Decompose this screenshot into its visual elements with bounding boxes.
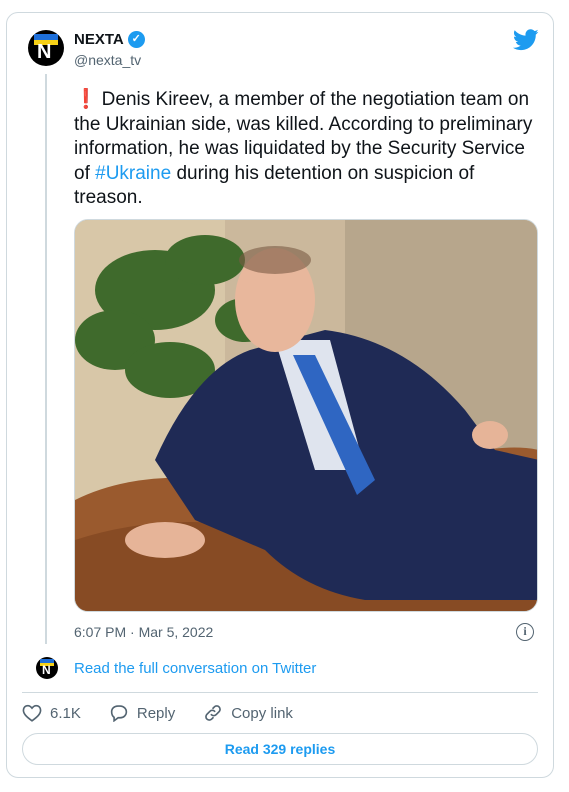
- reply-button[interactable]: Reply: [109, 704, 175, 722]
- author-handle[interactable]: @nexta_tv: [74, 52, 141, 68]
- like-button[interactable]: 6.1K: [22, 704, 81, 722]
- tweet-actions: 6.1K Reply Copy link: [22, 703, 321, 723]
- verified-badge-icon: ✓: [127, 31, 145, 48]
- author-avatar[interactable]: N: [28, 30, 64, 66]
- read-conversation-link[interactable]: Read the full conversation on Twitter: [74, 660, 316, 677]
- photo-illustration: [75, 220, 537, 611]
- thread-line: [45, 74, 47, 644]
- avatar-logo-letter: N: [42, 663, 51, 677]
- conversation-avatar: N: [36, 657, 58, 679]
- info-icon[interactable]: i: [516, 623, 534, 641]
- hashtag-link[interactable]: #Ukraine: [95, 163, 171, 184]
- divider: [22, 692, 538, 693]
- likes-count: 6.1K: [50, 704, 81, 722]
- tweet-timestamp[interactable]: 6:07 PM · Mar 5, 2022: [74, 624, 213, 640]
- author-name[interactable]: NEXTA: [74, 31, 124, 48]
- author-name-row[interactable]: NEXTA ✓: [74, 31, 145, 48]
- speech-bubble-icon: [110, 705, 128, 722]
- twitter-bird-icon[interactable]: [513, 29, 539, 51]
- reply-label: Reply: [136, 704, 176, 722]
- tweet-photo[interactable]: [74, 219, 538, 612]
- copy-link-button[interactable]: Copy link: [203, 703, 293, 723]
- heart-icon: [22, 704, 42, 722]
- alert-emoji: ❗: [74, 89, 98, 110]
- copy-link-label: Copy link: [231, 704, 293, 722]
- link-icon: [205, 705, 222, 721]
- read-replies-button[interactable]: Read 329 replies: [22, 733, 538, 765]
- tweet-text: ❗ Denis Kireev, a member of the negotiati…: [74, 88, 544, 211]
- avatar-logo-letter: N: [37, 41, 52, 63]
